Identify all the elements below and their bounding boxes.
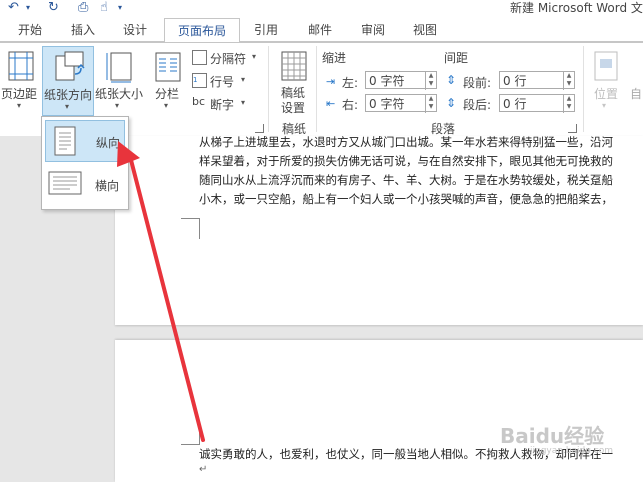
annotation-arrow — [117, 141, 205, 442]
